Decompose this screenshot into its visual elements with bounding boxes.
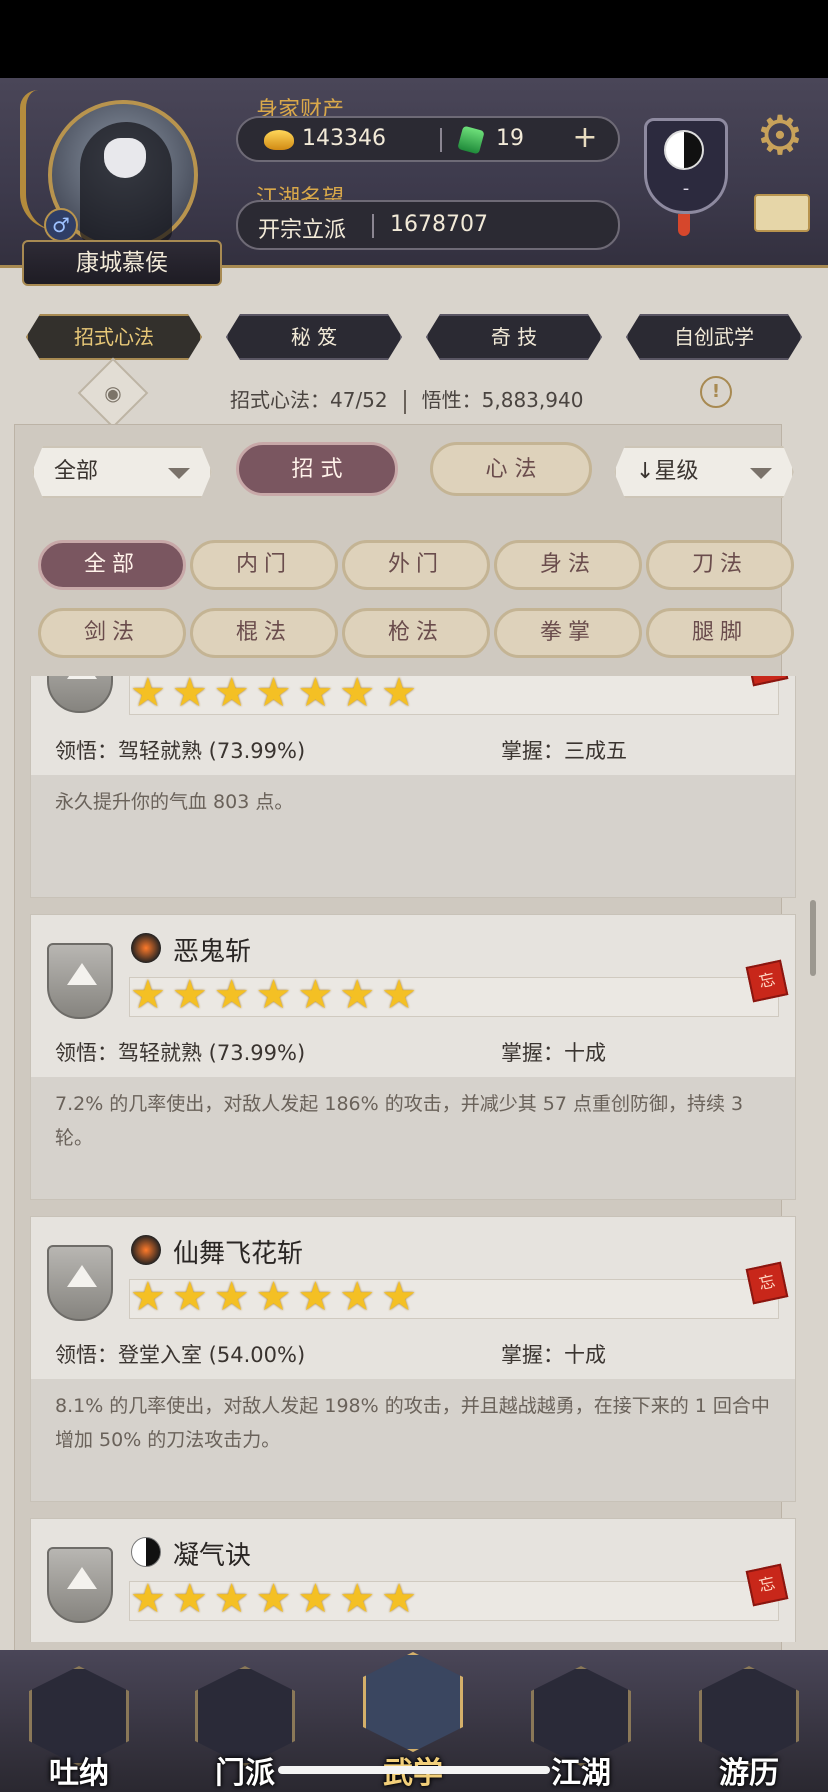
- skill-insight: 领悟：登堂入室 (54.00%): [55, 1343, 306, 1367]
- category-outer[interactable]: 外门: [342, 540, 490, 590]
- sect-emblem[interactable]: -: [640, 96, 732, 236]
- rank-badge-icon: [47, 676, 113, 713]
- skill-name: 仙舞飞花斩: [173, 1239, 304, 1269]
- filter-dropdown-value: 全部: [54, 459, 99, 484]
- forget-seal-icon[interactable]: 忘: [745, 1563, 789, 1607]
- skill-card[interactable]: 仙舞飞花斩 ★★★★★★★ 忘 领悟：登堂入室 (54.00%) 掌握：十成 8…: [30, 1216, 796, 1502]
- skill-name: 恶鬼斩: [173, 937, 252, 967]
- status-bar: [0, 0, 828, 78]
- taiji-skill-icon: [131, 1537, 161, 1567]
- rank-badge-icon: [47, 1547, 113, 1623]
- skill-card[interactable]: 恶鬼斩 ★★★★★★★ 忘 领悟：驾轻就熟 (73.99%) 掌握：十成 7.2…: [30, 914, 796, 1200]
- tab-custom-martial-arts[interactable]: 自创武学: [626, 314, 802, 360]
- jade-icon: [457, 125, 485, 155]
- skill-description: 7.2% 的几率使出，对敌人发起 186% 的攻击，并减少其 57 点重创防御，…: [31, 1077, 795, 1199]
- skill-list[interactable]: ★★★★★★★ 忘 领悟：驾轻就熟 (73.99%) 掌握：三成五 永久提升你的…: [30, 676, 796, 1642]
- star-bar: ★★★★★★★: [129, 1576, 779, 1622]
- eye-icon[interactable]: ◉: [77, 357, 149, 429]
- category-inner[interactable]: 内门: [190, 540, 338, 590]
- nav-breathing[interactable]: 吐纳: [24, 1660, 134, 1791]
- wealth-bar: 143346 19 +: [236, 116, 620, 162]
- rank-badge-icon: [47, 1245, 113, 1321]
- sect-emblem-text: -: [682, 178, 690, 199]
- moves-count: 招式心法：47/52: [230, 388, 388, 412]
- category-blade[interactable]: 刀法: [646, 540, 794, 590]
- skill-insight: 领悟：驾轻就熟 (73.99%): [55, 1041, 306, 1065]
- skill-mastery: 掌握：三成五: [501, 739, 627, 763]
- fame-value: 1678707: [390, 212, 488, 237]
- star-bar: ★★★★★★★: [129, 1274, 779, 1320]
- star-rating: ★★★★★★★: [130, 1576, 424, 1622]
- divider: [440, 128, 442, 152]
- tab-secret-books[interactable]: 秘 笈: [226, 314, 402, 360]
- skill-mastery: 掌握：十成: [501, 1041, 606, 1065]
- gold-amount: 143346: [302, 126, 386, 151]
- gear-icon[interactable]: ⚙: [750, 108, 810, 168]
- home-indicator[interactable]: [278, 1766, 550, 1774]
- info-icon[interactable]: !: [700, 376, 732, 408]
- mask-icon: [104, 138, 146, 178]
- star-bar: ★★★★★★★: [129, 676, 779, 716]
- tab-special-skills[interactable]: 奇 技: [426, 314, 602, 360]
- skill-insight: 领悟：驾轻就熟 (73.99%): [55, 739, 306, 763]
- tab-moves-mind[interactable]: 招式心法: [26, 314, 202, 360]
- skill-card[interactable]: ★★★★★★★ 忘 领悟：驾轻就熟 (73.99%) 掌握：三成五 永久提升你的…: [30, 676, 796, 898]
- skill-description: 永久提升你的气血 803 点。: [31, 775, 795, 897]
- fame-rank: 开宗立派: [258, 218, 347, 243]
- category-staff[interactable]: 棍法: [190, 608, 338, 658]
- category-spear[interactable]: 枪法: [342, 608, 490, 658]
- divider: [403, 389, 406, 414]
- mail-icon[interactable]: [754, 194, 810, 232]
- star-rating: ★★★★★★★: [130, 676, 424, 716]
- scroll-book-icon: [363, 1652, 463, 1752]
- nav-travel[interactable]: 游历: [694, 1660, 804, 1791]
- star-bar: ★★★★★★★: [129, 972, 779, 1018]
- sort-dropdown-value: 星级: [654, 459, 699, 484]
- sort-dropdown[interactable]: ↓星级: [614, 446, 794, 498]
- skill-name: 凝气诀: [173, 1541, 252, 1571]
- divider: [372, 214, 374, 238]
- skill-card[interactable]: 凝气诀 ★★★★★★★ 忘: [30, 1518, 796, 1642]
- forget-seal-icon[interactable]: 忘: [745, 959, 789, 1003]
- star-rating: ★★★★★★★: [130, 972, 424, 1018]
- blade-skill-icon: [131, 933, 161, 963]
- stats-line: 招式心法：47/52 悟性：5,883,940: [230, 384, 583, 414]
- forget-seal-icon[interactable]: 忘: [745, 1261, 789, 1305]
- star-rating: ★★★★★★★: [130, 1274, 424, 1320]
- segment-moves[interactable]: 招 式: [236, 442, 398, 496]
- plus-icon[interactable]: +: [568, 122, 602, 156]
- tassel-icon: [678, 214, 690, 236]
- insight-value: 悟性：5,883,940: [421, 388, 584, 412]
- segment-mind[interactable]: 心 法: [430, 442, 592, 496]
- filter-dropdown[interactable]: 全部: [32, 446, 212, 498]
- category-sword[interactable]: 剑法: [38, 608, 186, 658]
- scrollbar[interactable]: [810, 900, 816, 976]
- chevron-down-icon: [750, 468, 772, 479]
- skill-description: 8.1% 的几率使出，对敌人发起 198% 的攻击，并且越战越勇，在接下来的 1…: [31, 1379, 795, 1501]
- taiji-icon: [664, 130, 704, 170]
- fame-bar: 开宗立派 1678707: [236, 200, 620, 250]
- down-arrow-icon: ↓: [636, 459, 655, 484]
- category-fist[interactable]: 拳掌: [494, 608, 642, 658]
- category-all[interactable]: 全部: [38, 540, 186, 590]
- player-avatar[interactable]: ♂: [20, 90, 206, 260]
- category-kick[interactable]: 腿脚: [646, 608, 794, 658]
- rank-badge-icon: [47, 943, 113, 1019]
- category-movement[interactable]: 身法: [494, 540, 642, 590]
- jade-amount: 19: [496, 126, 524, 151]
- male-icon: ♂: [44, 208, 78, 242]
- gold-ingot-icon: [264, 130, 294, 150]
- skill-mastery: 掌握：十成: [501, 1343, 606, 1367]
- nav-travel-label: 游历: [719, 1756, 779, 1791]
- chevron-down-icon: [168, 468, 190, 479]
- player-name[interactable]: 康城慕侯: [22, 240, 222, 286]
- blade-skill-icon: [131, 1235, 161, 1265]
- nav-breathing-label: 吐纳: [49, 1756, 109, 1791]
